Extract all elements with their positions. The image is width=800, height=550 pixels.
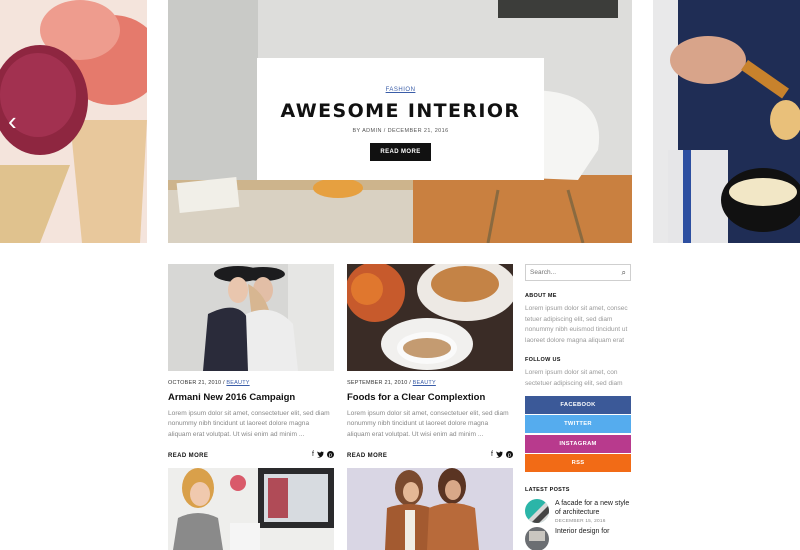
post-meta: SEPTEMBER 21, 2010 / BEAUTY — [347, 380, 513, 386]
latest-post-thumbnail[interactable] — [525, 499, 549, 524]
read-more-link[interactable]: READ MORE — [168, 453, 208, 459]
post-date: OCTOBER 21, 2010 / — [168, 380, 227, 386]
post-footer: READ MORE f p — [347, 451, 513, 460]
sidebar: ⌕ ABOUT ME Lorem ipsum dolor sit amet, c… — [525, 264, 631, 550]
post-date: SEPTEMBER 21, 2010 / — [347, 380, 413, 386]
follow-us-text: Lorem ipsum dolor sit amet, con sectetue… — [525, 369, 623, 387]
post-share-icons: f p — [491, 451, 513, 460]
rss-follow-button[interactable]: RSS — [525, 454, 631, 473]
latest-posts-title: LATEST POSTS — [525, 487, 570, 494]
post-meta: OCTOBER 21, 2010 / BEAUTY — [168, 380, 334, 386]
post-card: OCTOBER 21, 2010 / BEAUTY Armani New 201… — [168, 264, 334, 460]
about-me-text: Lorem ipsum dolor sit amet, consec tetue… — [525, 305, 628, 344]
follow-us-title: FOLLOW US — [525, 357, 561, 364]
twitter-icon[interactable] — [317, 451, 324, 460]
post-card — [168, 468, 334, 550]
featured-slider: ‹ FASHION AWESOME INTERIOR BY ADMIN / DE… — [0, 0, 800, 243]
hero-meta: BY ADMIN / DECEMBER 21, 2016 — [352, 128, 449, 134]
facebook-icon[interactable]: f — [491, 451, 493, 460]
post-excerpt: Lorem ipsum dolor sit amet, consectetuer… — [347, 410, 509, 438]
svg-text:p: p — [508, 453, 512, 459]
twitter-follow-button[interactable]: TWITTER — [525, 415, 631, 434]
post-footer: READ MORE f p — [168, 451, 334, 460]
latest-post-date: DECEMBER 15, 2016 — [555, 519, 606, 525]
search-box[interactable]: ⌕ — [525, 264, 631, 281]
pinterest-icon[interactable]: p — [506, 451, 513, 460]
post-image[interactable] — [347, 264, 513, 371]
post-image[interactable] — [168, 264, 334, 371]
hero-category-link[interactable]: FASHION — [386, 87, 416, 93]
post-share-icons: f p — [312, 451, 334, 460]
follow-buttons: FACEBOOK TWITTER INSTAGRAM RSS — [525, 395, 631, 473]
twitter-icon[interactable] — [496, 451, 503, 460]
facebook-icon[interactable]: f — [312, 451, 314, 460]
hero-card: FASHION AWESOME INTERIOR BY ADMIN / DECE… — [257, 58, 544, 180]
post-title[interactable]: Foods for a Clear Complextion — [347, 392, 513, 403]
about-me-title: ABOUT ME — [525, 293, 557, 299]
instagram-follow-button[interactable]: INSTAGRAM — [525, 434, 631, 453]
facebook-follow-button[interactable]: FACEBOOK — [525, 395, 631, 414]
latest-post-title[interactable]: Interior design for — [555, 527, 609, 536]
search-input[interactable] — [530, 269, 610, 276]
post-image[interactable] — [168, 468, 334, 550]
post-excerpt: Lorem ipsum dolor sit amet, consectetuer… — [168, 410, 330, 438]
post-category-link[interactable]: BEAUTY — [413, 380, 436, 386]
latest-post-title[interactable]: A facade for a new style of architecture — [555, 499, 631, 517]
post-category-link[interactable]: BEAUTY — [226, 380, 249, 386]
post-title[interactable]: Armani New 2016 Campaign — [168, 392, 334, 403]
pinterest-icon[interactable]: p — [327, 451, 334, 460]
read-more-link[interactable]: READ MORE — [347, 453, 387, 459]
slide-next-image[interactable] — [653, 0, 800, 243]
hero-title[interactable]: AWESOME INTERIOR — [257, 100, 544, 122]
post-card — [347, 468, 513, 550]
latest-post-thumbnail[interactable] — [525, 527, 549, 550]
post-image[interactable] — [347, 468, 513, 550]
latest-post-item[interactable]: Interior design for — [525, 527, 631, 550]
latest-post-item[interactable]: A facade for a new style of architecture… — [525, 499, 631, 524]
slider-prev-arrow-icon[interactable]: ‹ — [8, 108, 28, 134]
post-card: SEPTEMBER 21, 2010 / BEAUTY Foods for a … — [347, 264, 513, 460]
svg-text:p: p — [329, 453, 333, 459]
hero-read-more-button[interactable]: READ MORE — [370, 143, 431, 161]
search-icon[interactable]: ⌕ — [622, 268, 626, 278]
